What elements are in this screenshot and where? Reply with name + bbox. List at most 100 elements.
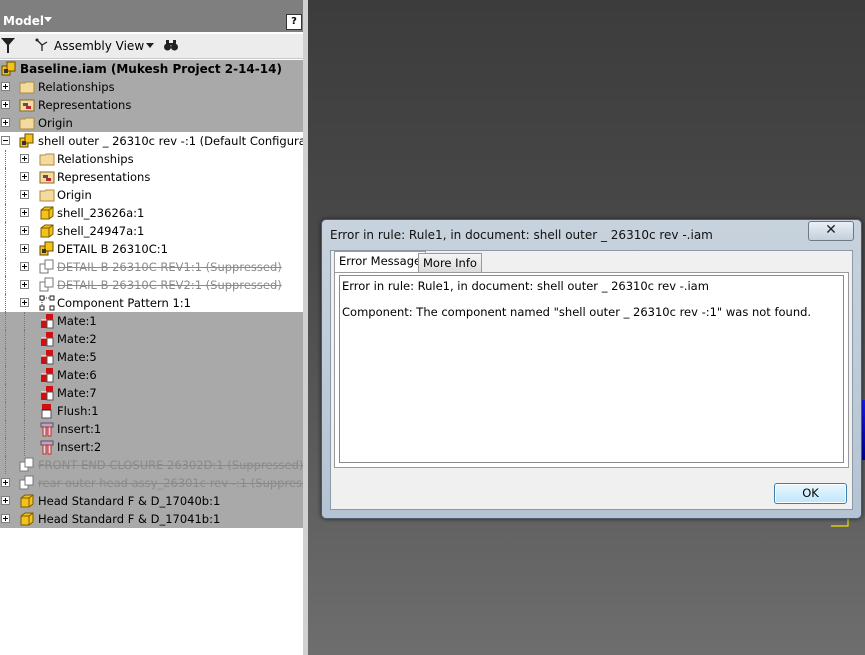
part-icon bbox=[19, 493, 35, 509]
tree-guide-line bbox=[5, 276, 7, 294]
tree-node[interactable]: Mate:2 bbox=[0, 330, 303, 348]
tree-node-label: Representations bbox=[57, 170, 151, 184]
tree-node[interactable]: Mate:5 bbox=[0, 348, 303, 366]
tree-guide-line bbox=[5, 384, 7, 402]
tree-node[interactable]: Head Standard F & D_17040b:1 bbox=[0, 492, 303, 510]
expand-icon[interactable] bbox=[20, 262, 29, 271]
representations-icon bbox=[39, 169, 55, 185]
ok-button[interactable]: OK bbox=[774, 483, 847, 504]
tree-node-label: Mate:7 bbox=[57, 386, 97, 400]
tree-guide-line bbox=[24, 438, 26, 456]
tree-guide-line bbox=[5, 222, 7, 240]
tree-node[interactable]: rear outer head assy_26301c rev -:1 (Sup… bbox=[0, 474, 303, 492]
representations-icon bbox=[19, 97, 35, 113]
mate-icon bbox=[39, 367, 55, 383]
tree-node[interactable]: Insert:2 bbox=[0, 438, 303, 456]
error-dialog: Error in rule: Rule1, in document: shell… bbox=[321, 219, 862, 519]
assembly-icon bbox=[39, 277, 55, 293]
tree-node[interactable]: Baseline.iam (Mukesh Project 2-14-14) bbox=[0, 60, 303, 78]
tree-node[interactable]: shell outer _ 26310c rev -:1 (Default Co… bbox=[0, 132, 303, 150]
tree-node-label: shell_23626a:1 bbox=[57, 206, 145, 220]
expand-icon[interactable] bbox=[1, 478, 10, 487]
tree-node[interactable]: shell_24947a:1 bbox=[0, 222, 303, 240]
dialog-title: Error in rule: Rule1, in document: shell… bbox=[330, 228, 713, 242]
folder-icon bbox=[19, 115, 35, 131]
chevron-down-icon[interactable] bbox=[44, 17, 52, 22]
panel-title[interactable]: Model bbox=[3, 14, 44, 28]
tree-node-label: Insert:2 bbox=[57, 440, 102, 454]
tree-node-label: rear outer head assy_26301c rev -:1 (Sup… bbox=[38, 476, 303, 490]
expand-icon[interactable] bbox=[1, 100, 10, 109]
tree-node[interactable]: DETAIL B 26310C REV2:1 (Suppressed) bbox=[0, 276, 303, 294]
tree-node-label: Head Standard F & D_17040b:1 bbox=[38, 494, 221, 508]
assembly-icon bbox=[39, 259, 55, 275]
tree-node[interactable]: Component Pattern 1:1 bbox=[0, 294, 303, 312]
tab-more-info[interactable]: More Info bbox=[418, 253, 482, 272]
tree-node[interactable]: Mate:7 bbox=[0, 384, 303, 402]
expand-icon[interactable] bbox=[20, 154, 29, 163]
assembly-icon bbox=[19, 457, 35, 473]
tree-node[interactable]: FRONT END CLOSURE 26302D:1 (Suppressed) bbox=[0, 456, 303, 474]
tree-node[interactable]: Relationships bbox=[0, 150, 303, 168]
expand-icon[interactable] bbox=[20, 280, 29, 289]
tree-node-label: Component Pattern 1:1 bbox=[57, 296, 191, 310]
tree-node-label: DETAIL B 26310C:1 bbox=[57, 242, 168, 256]
view-dropdown-icon[interactable] bbox=[146, 43, 154, 48]
collapse-icon[interactable] bbox=[1, 136, 10, 145]
help-button[interactable]: ? bbox=[286, 14, 302, 30]
tree-node-label: Head Standard F & D_17041b:1 bbox=[38, 512, 221, 526]
assembly-view-label[interactable]: Assembly View bbox=[54, 39, 144, 53]
tree-node[interactable]: Mate:6 bbox=[0, 366, 303, 384]
tree-guide-line bbox=[5, 348, 7, 366]
expand-icon[interactable] bbox=[20, 172, 29, 181]
panel-header[interactable]: Model bbox=[0, 12, 303, 32]
tree-node[interactable]: Origin bbox=[0, 186, 303, 204]
mate-icon bbox=[39, 331, 55, 347]
tree-node[interactable]: Flush:1 bbox=[0, 402, 303, 420]
tree-node[interactable]: Relationships bbox=[0, 78, 303, 96]
error-message-text[interactable]: Error in rule: Rule1, in document: shell… bbox=[339, 275, 844, 463]
tree-node-label: Flush:1 bbox=[57, 404, 99, 418]
tab-error-message[interactable]: Error Message bbox=[334, 251, 427, 272]
expand-icon[interactable] bbox=[1, 514, 10, 523]
tree-guide-line bbox=[5, 258, 7, 276]
tree-node[interactable]: Representations bbox=[0, 168, 303, 186]
tree-node[interactable]: DETAIL B 26310C:1 bbox=[0, 240, 303, 258]
expand-icon[interactable] bbox=[1, 82, 10, 91]
tree-node[interactable]: Mate:1 bbox=[0, 312, 303, 330]
tree-node[interactable]: Representations bbox=[0, 96, 303, 114]
part-icon bbox=[39, 223, 55, 239]
expand-icon[interactable] bbox=[20, 208, 29, 217]
tree-node-label: FRONT END CLOSURE 26302D:1 (Suppressed) bbox=[38, 458, 303, 472]
tree-guide-line bbox=[24, 402, 26, 420]
mate-icon bbox=[39, 385, 55, 401]
insert-icon bbox=[39, 421, 55, 437]
tree-node[interactable]: Head Standard F & D_17041b:1 bbox=[0, 510, 303, 528]
binoculars-icon[interactable] bbox=[163, 37, 179, 53]
tree-guide-line bbox=[24, 384, 26, 402]
tree-guide-line bbox=[5, 402, 7, 420]
filter-icon[interactable] bbox=[1, 38, 15, 53]
tree-node[interactable]: Insert:1 bbox=[0, 420, 303, 438]
expand-icon[interactable] bbox=[1, 118, 10, 127]
tree-node-label: Relationships bbox=[57, 152, 134, 166]
tree-guide-line bbox=[24, 330, 26, 348]
tree-node[interactable]: Origin bbox=[0, 114, 303, 132]
expand-icon[interactable] bbox=[20, 190, 29, 199]
tree-guide-line bbox=[24, 366, 26, 384]
panel-top-strip bbox=[0, 0, 303, 12]
tree-node-label: DETAIL B 26310C REV1:1 (Suppressed) bbox=[57, 260, 282, 274]
expand-icon[interactable] bbox=[20, 244, 29, 253]
tree-guide-line bbox=[5, 312, 7, 330]
close-button[interactable]: ✕ bbox=[808, 221, 854, 241]
tree-guide-line bbox=[24, 420, 26, 438]
tree-node-label: Mate:5 bbox=[57, 350, 97, 364]
tree-guide-line bbox=[24, 312, 26, 330]
expand-icon[interactable] bbox=[20, 298, 29, 307]
expand-icon[interactable] bbox=[1, 496, 10, 505]
expand-icon[interactable] bbox=[20, 226, 29, 235]
tree-node[interactable]: shell_23626a:1 bbox=[0, 204, 303, 222]
tree-guide-line bbox=[24, 348, 26, 366]
tree-node[interactable]: DETAIL B 26310C REV1:1 (Suppressed) bbox=[0, 258, 303, 276]
assembly-view-icon[interactable] bbox=[35, 38, 49, 52]
